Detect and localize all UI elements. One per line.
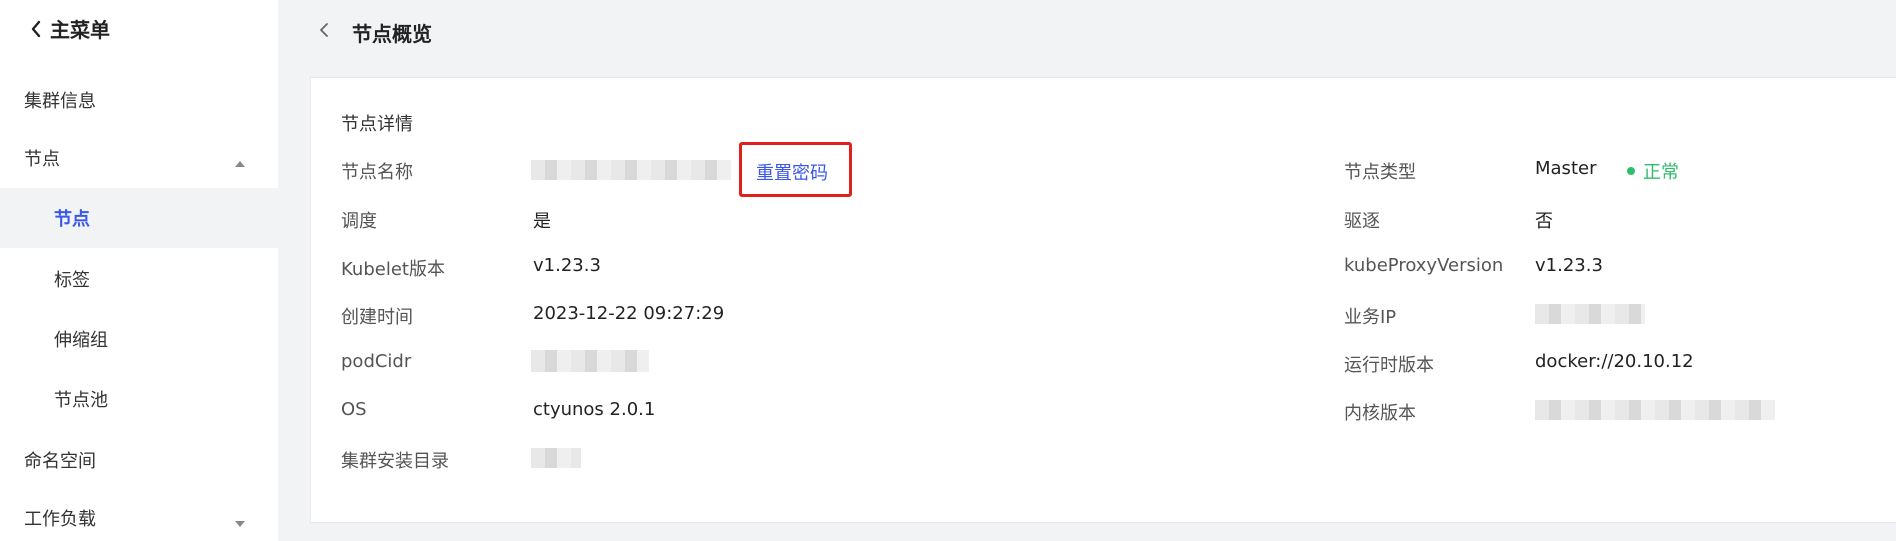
kubelet-version-value: v1.23.3	[533, 255, 601, 276]
eviction-value: 否	[1535, 211, 1553, 232]
kubelet-version-label: Kubelet版本	[341, 259, 445, 280]
node-name-value-redacted	[531, 160, 731, 180]
page-title: 节点概览	[352, 22, 432, 46]
kernel-version-value-redacted	[1535, 400, 1775, 420]
sidebar-item-nodes-group[interactable]: 节点	[0, 129, 278, 187]
sidebar-item-label: 伸缩组	[54, 330, 108, 351]
reset-password-link[interactable]: 重置密码	[756, 159, 828, 185]
sidebar-item-label: 工作负载	[24, 509, 96, 530]
sidebar-item-nodes[interactable]: 节点	[0, 188, 278, 248]
section-title: 节点详情	[341, 114, 413, 135]
status-text: 正常	[1643, 162, 1679, 183]
node-details-card: 节点详情 节点名称 调度 Kubelet版本 创建时间 podCidr OS 集…	[310, 77, 1896, 523]
os-value: ctyunos 2.0.1	[533, 399, 656, 420]
sidebar-item-labels[interactable]: 标签	[0, 250, 278, 308]
schedule-value: 是	[533, 211, 551, 232]
sidebar: 主菜单 集群信息 节点 节点 标签 伸缩组 节点池 命名空间 工作负载	[0, 0, 278, 541]
os-label: OS	[341, 399, 367, 420]
kernel-version-label: 内核版本	[1344, 403, 1416, 424]
sidebar-item-scaling-groups[interactable]: 伸缩组	[0, 310, 278, 368]
pod-cidr-label: podCidr	[341, 351, 412, 372]
runtime-version-label: 运行时版本	[1344, 355, 1434, 376]
sidebar-item-label: 节点	[54, 209, 90, 230]
eviction-label: 驱逐	[1344, 211, 1380, 232]
reset-password-highlight: 重置密码	[739, 142, 852, 197]
sidebar-item-label: 命名空间	[24, 451, 96, 472]
main-menu-back[interactable]: 主菜单	[30, 14, 110, 43]
sidebar-item-label: 标签	[54, 270, 90, 291]
sidebar-item-node-pools[interactable]: 节点池	[0, 370, 278, 428]
sidebar-item-workloads[interactable]: 工作负载	[0, 489, 278, 541]
kube-proxy-version-value: v1.23.3	[1535, 255, 1603, 276]
install-dir-label: 集群安装目录	[341, 451, 449, 472]
created-time-value: 2023-12-22 09:27:29	[533, 303, 725, 324]
chevron-left-icon[interactable]	[318, 21, 330, 39]
caret-up-icon	[233, 153, 247, 167]
page-header: 节点概览	[278, 0, 1896, 64]
business-ip-value-redacted	[1535, 304, 1645, 324]
install-dir-value-redacted	[531, 448, 581, 468]
main-menu-label: 主菜单	[50, 18, 110, 42]
node-type-label: 节点类型	[1344, 162, 1416, 183]
schedule-label: 调度	[341, 211, 377, 232]
business-ip-label: 业务IP	[1344, 307, 1397, 328]
sidebar-item-cluster-info[interactable]: 集群信息	[0, 71, 278, 129]
node-type-value: Master	[1535, 158, 1597, 179]
pod-cidr-value-redacted	[531, 350, 649, 372]
chevron-left-icon	[30, 19, 44, 39]
sidebar-item-label: 集群信息	[24, 91, 96, 112]
sidebar-item-namespaces[interactable]: 命名空间	[0, 431, 278, 489]
node-name-label: 节点名称	[341, 162, 413, 183]
status-badge: 正常	[1627, 158, 1679, 184]
runtime-version-value: docker://20.10.12	[1535, 351, 1694, 372]
sidebar-item-label: 节点	[24, 149, 60, 170]
kube-proxy-version-label: kubeProxyVersion	[1344, 255, 1504, 276]
caret-down-icon	[233, 513, 247, 527]
created-time-label: 创建时间	[341, 307, 413, 328]
sidebar-item-label: 节点池	[54, 390, 108, 411]
status-dot-icon	[1627, 167, 1635, 175]
